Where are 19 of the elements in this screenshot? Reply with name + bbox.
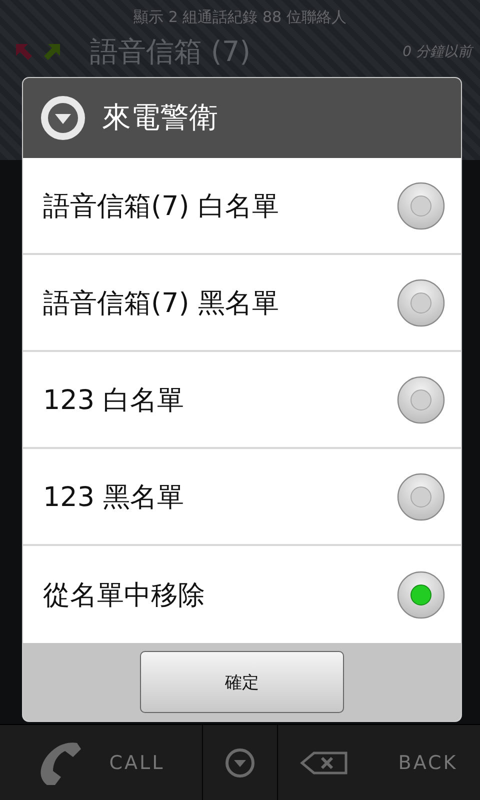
arrows-icon [16,44,60,60]
radio-button[interactable] [397,278,445,326]
option-item[interactable]: 語音信箱(7) 黑名單 [23,255,461,352]
radio-button[interactable] [397,472,445,520]
contact-name: 語音信箱 (7) [90,34,251,70]
call-time: 0 分鐘以前 [402,43,472,61]
option-item[interactable]: 123 白名單 [23,352,461,449]
dropdown-icon [40,95,86,141]
backspace-icon [300,750,348,774]
dropdown-icon [224,746,256,778]
radio-button[interactable] [397,182,445,230]
dialog-title: 來電警衛 [102,99,218,136]
option-item[interactable]: 從名單中移除 [23,546,461,643]
summary-text: 顯示 2 組通話紀錄 88 位聯絡人 [132,8,348,27]
confirm-button[interactable]: 確定 [140,651,344,713]
option-item[interactable]: 123 黑名單 [23,449,461,546]
option-item[interactable]: 語音信箱(7) 白名單 [23,158,461,255]
radio-button[interactable] [397,570,445,618]
radio-button[interactable] [397,376,445,424]
